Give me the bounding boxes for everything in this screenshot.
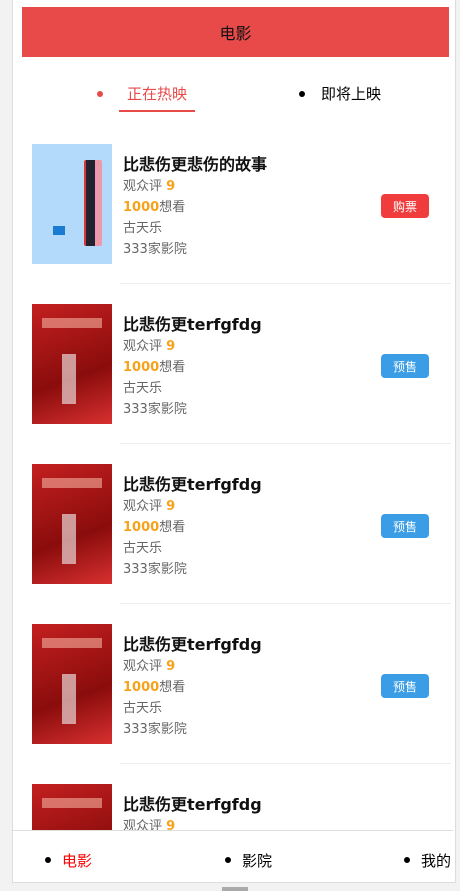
movie-title: 比悲伤更terfgfdg [123, 635, 262, 654]
movie-actors: 古天乐 [123, 541, 163, 556]
presale-button[interactable]: 预售 [381, 514, 429, 538]
want-count: 1000 [123, 520, 160, 535]
movie-actors: 古天乐 [123, 381, 163, 396]
movie-rating: 观众评 9 [123, 816, 262, 830]
want-label: 想看 [159, 680, 186, 695]
nav-item-movies[interactable]: 电影 [45, 850, 93, 871]
rating-label: 观众评 [123, 339, 163, 354]
nav-item-mine[interactable]: 我的 [404, 850, 452, 871]
presale-button[interactable]: 预售 [381, 354, 429, 378]
rating-value: 9 [166, 499, 176, 514]
movie-cinemas: 333家影院 [123, 242, 187, 257]
movie-rating: 观众评 9 [123, 336, 262, 357]
movie-poster[interactable] [32, 464, 112, 584]
movie-info: 比悲伤更terfgfdg 观众评 9 1000想看 古天乐 333家影院 [123, 474, 262, 580]
bullet-icon [299, 91, 305, 97]
rating-label: 观众评 [123, 499, 163, 514]
tab-bar: 正在热映 即将上映 [13, 80, 455, 114]
bottom-nav: 电影 影院 我的 [13, 830, 453, 882]
tab-now-showing[interactable]: 正在热映 [97, 80, 196, 112]
rating-value: 9 [166, 819, 176, 830]
movie-want: 1000想看 [123, 197, 267, 218]
movie-item[interactable]: 比悲伤更terfgfdg 观众评 9 1000想看 古天乐 333家影院 预售 [13, 284, 455, 444]
movie-info: 比悲伤更terfgfdg 观众评 9 1000想看 古天乐 333家影院 [123, 634, 262, 740]
movie-want: 1000想看 [123, 517, 262, 538]
movie-poster[interactable] [32, 784, 112, 830]
rating-label: 观众评 [123, 659, 163, 674]
rating-label: 观众评 [123, 179, 163, 194]
movie-want: 1000想看 [123, 357, 262, 378]
nav-label: 我的 [421, 852, 452, 870]
want-count: 1000 [123, 680, 160, 695]
nav-item-cinemas[interactable]: 影院 [225, 850, 273, 871]
movie-title: 比悲伤更terfgfdg [123, 475, 262, 494]
movie-want: 1000想看 [123, 677, 262, 698]
movie-actors: 古天乐 [123, 221, 163, 236]
movie-item[interactable]: 比悲伤更terfgfdg 观众评 9 1000想看 古天乐 333家影院 预售 [13, 444, 455, 604]
movie-item[interactable]: 比悲伤更terfgfdg 观众评 9 1000想看 古天乐 333家影院 预售 [13, 764, 455, 830]
tab-label: 正在热映 [127, 85, 188, 103]
bullet-icon [97, 91, 103, 97]
movie-poster[interactable] [32, 144, 112, 264]
resize-handle[interactable] [222, 887, 248, 891]
page-header: 电影 [22, 7, 449, 57]
movie-rating: 观众评 9 [123, 176, 267, 197]
movie-info: 比悲伤更terfgfdg 观众评 9 1000想看 古天乐 333家影院 [123, 314, 262, 420]
movie-title: 比悲伤更terfgfdg [123, 795, 262, 814]
bullet-icon [404, 857, 410, 863]
movie-title: 比悲伤更terfgfdg [123, 315, 262, 334]
movie-rating: 观众评 9 [123, 656, 262, 677]
nav-label: 电影 [62, 852, 93, 870]
rating-label: 观众评 [123, 819, 163, 830]
movie-cinemas: 333家影院 [123, 722, 187, 737]
bullet-icon [225, 857, 231, 863]
rating-value: 9 [166, 339, 176, 354]
rating-value: 9 [166, 659, 176, 674]
movie-list: 比悲伤更悲伤的故事 观众评 9 1000想看 古天乐 333家影院 购票 比悲伤… [13, 124, 455, 830]
presale-button[interactable]: 预售 [381, 674, 429, 698]
buy-ticket-button[interactable]: 购票 [381, 194, 429, 218]
movie-info: 比悲伤更悲伤的故事 观众评 9 1000想看 古天乐 333家影院 [123, 154, 267, 260]
rating-value: 9 [166, 179, 176, 194]
movie-cinemas: 333家影院 [123, 402, 187, 417]
want-count: 1000 [123, 200, 160, 215]
want-count: 1000 [123, 360, 160, 375]
tab-coming-soon[interactable]: 即将上映 [299, 80, 382, 112]
movie-item[interactable]: 比悲伤更terfgfdg 观众评 9 1000想看 古天乐 333家影院 预售 [13, 604, 455, 764]
movie-poster[interactable] [32, 624, 112, 744]
movie-poster[interactable] [32, 304, 112, 424]
want-label: 想看 [159, 200, 186, 215]
page-title: 电影 [219, 24, 252, 43]
movie-actors: 古天乐 [123, 701, 163, 716]
movie-item[interactable]: 比悲伤更悲伤的故事 观众评 9 1000想看 古天乐 333家影院 购票 [13, 124, 455, 284]
want-label: 想看 [159, 520, 186, 535]
app-frame: 电影 正在热映 即将上映 比悲伤更悲伤的故事 观众评 9 1000想看 古天乐 … [12, 0, 456, 883]
movie-title: 比悲伤更悲伤的故事 [123, 155, 268, 174]
tab-label: 即将上映 [321, 85, 382, 103]
movie-info: 比悲伤更terfgfdg 观众评 9 1000想看 古天乐 333家影院 [123, 794, 262, 830]
bullet-icon [45, 857, 51, 863]
want-label: 想看 [159, 360, 186, 375]
nav-label: 影院 [242, 852, 273, 870]
movie-rating: 观众评 9 [123, 496, 262, 517]
movie-cinemas: 333家影院 [123, 562, 187, 577]
